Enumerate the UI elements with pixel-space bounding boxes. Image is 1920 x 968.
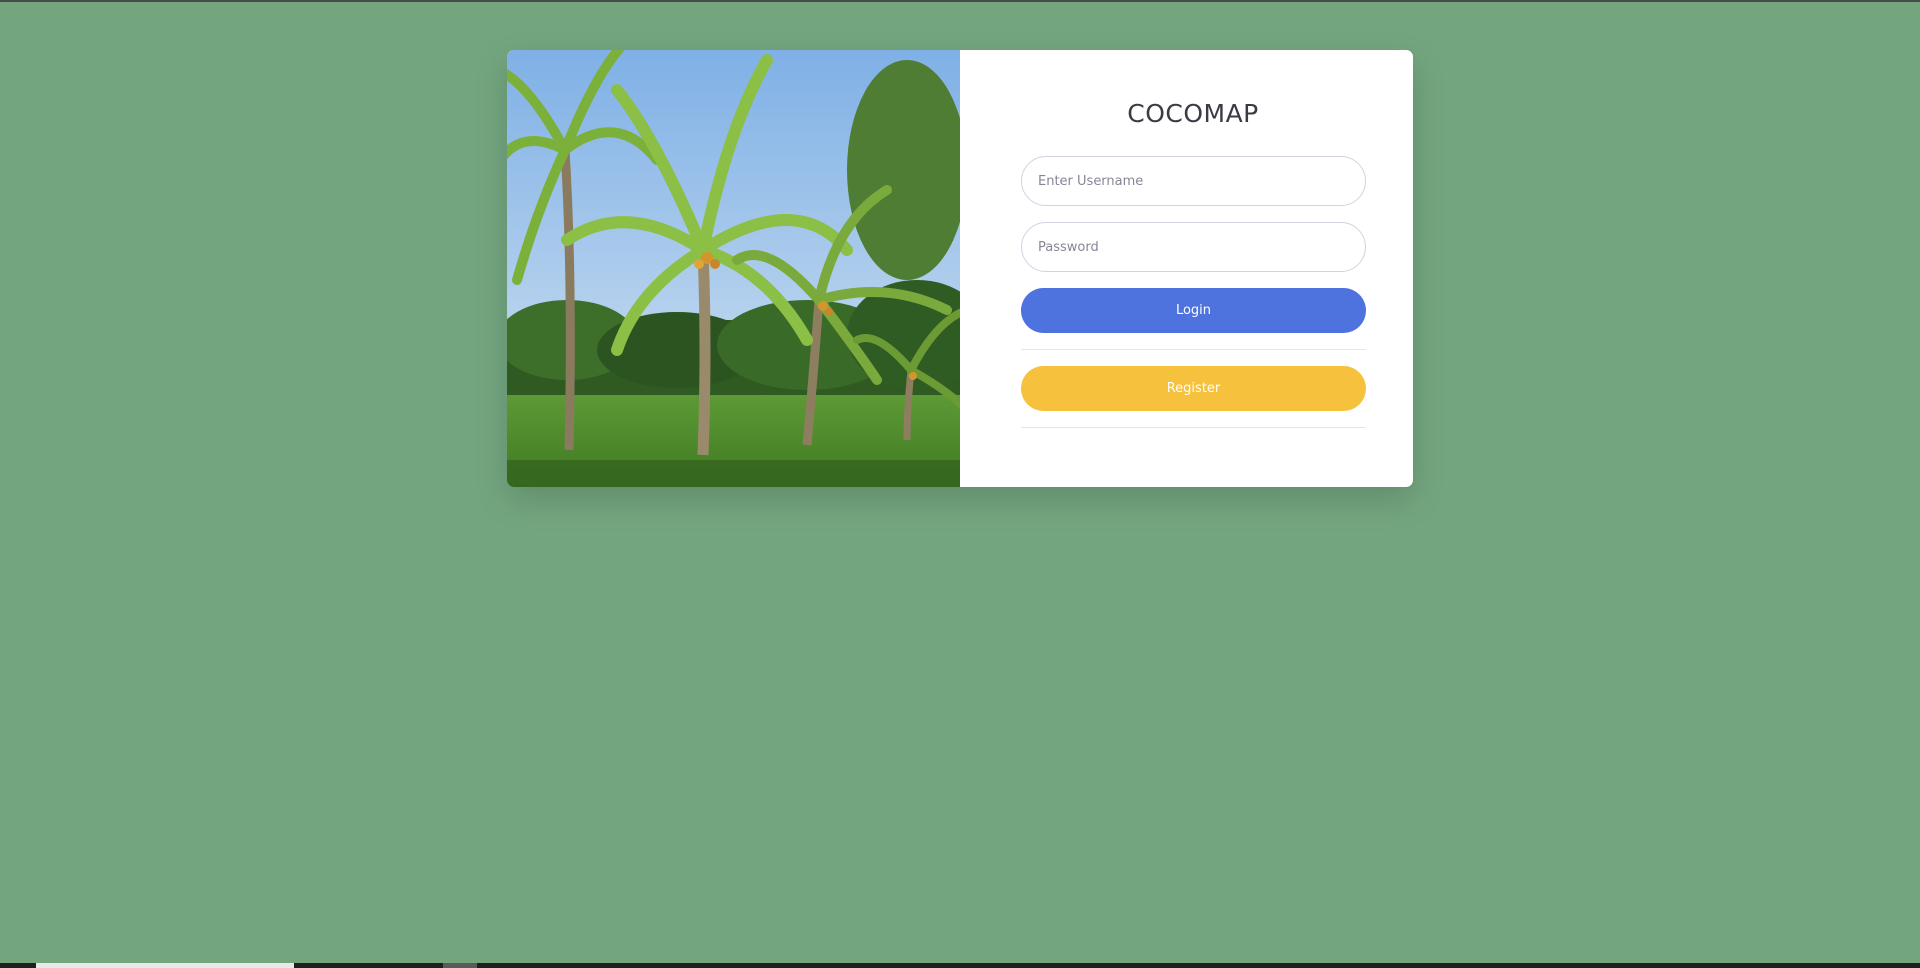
login-card: COCOMAP Login Register [507, 50, 1413, 487]
coconut-palm-photo [507, 50, 960, 487]
window-top-border [0, 0, 1920, 2]
login-button[interactable]: Login [1021, 288, 1366, 333]
taskbar-active-window[interactable] [36, 963, 294, 968]
taskbar [0, 963, 1920, 968]
register-button[interactable]: Register [1021, 366, 1366, 411]
app-title: COCOMAP [1127, 99, 1259, 128]
password-input[interactable] [1021, 222, 1366, 272]
login-form: COCOMAP Login Register [960, 50, 1413, 487]
divider [1021, 349, 1366, 350]
taskbar-item[interactable] [443, 963, 477, 968]
username-input[interactable] [1021, 156, 1366, 206]
divider [1021, 427, 1366, 428]
